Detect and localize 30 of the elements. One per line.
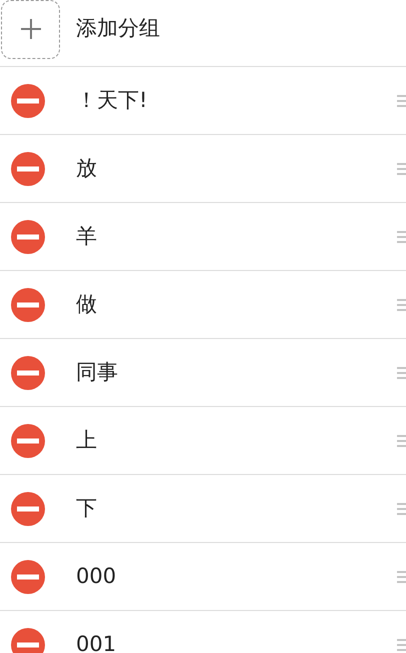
group-name: 000 xyxy=(76,562,118,590)
group-name: ！天下! xyxy=(76,86,148,114)
remove-icon[interactable] xyxy=(11,628,45,653)
group-name: 羊 xyxy=(76,222,98,250)
drag-handle-icon[interactable] xyxy=(397,570,406,582)
remove-icon[interactable] xyxy=(11,288,45,322)
drag-handle-icon[interactable] xyxy=(397,298,406,310)
drag-handle-icon[interactable] xyxy=(397,502,406,514)
remove-icon[interactable] xyxy=(11,492,45,526)
remove-icon[interactable] xyxy=(11,220,45,254)
add-group-button[interactable] xyxy=(1,0,60,58)
plus-icon xyxy=(20,18,42,40)
group-name: 做 xyxy=(76,290,98,318)
drag-handle-icon[interactable] xyxy=(397,366,406,378)
remove-icon[interactable] xyxy=(11,356,45,390)
group-name: 下 xyxy=(76,494,98,522)
drag-handle-icon[interactable] xyxy=(397,162,406,174)
remove-icon[interactable] xyxy=(11,84,45,118)
remove-icon[interactable] xyxy=(11,424,45,458)
drag-handle-icon[interactable] xyxy=(397,638,406,650)
add-group-label: 添加分组 xyxy=(76,15,160,42)
group-name: 上 xyxy=(76,426,98,454)
group-name: 同事 xyxy=(76,358,119,386)
remove-icon[interactable] xyxy=(11,152,45,186)
remove-icon[interactable] xyxy=(11,560,45,594)
group-name: 001 xyxy=(76,630,118,653)
drag-handle-icon[interactable] xyxy=(397,94,406,106)
drag-handle-icon[interactable] xyxy=(397,434,406,446)
group-name: 放 xyxy=(76,154,98,182)
drag-handle-icon[interactable] xyxy=(397,230,406,242)
